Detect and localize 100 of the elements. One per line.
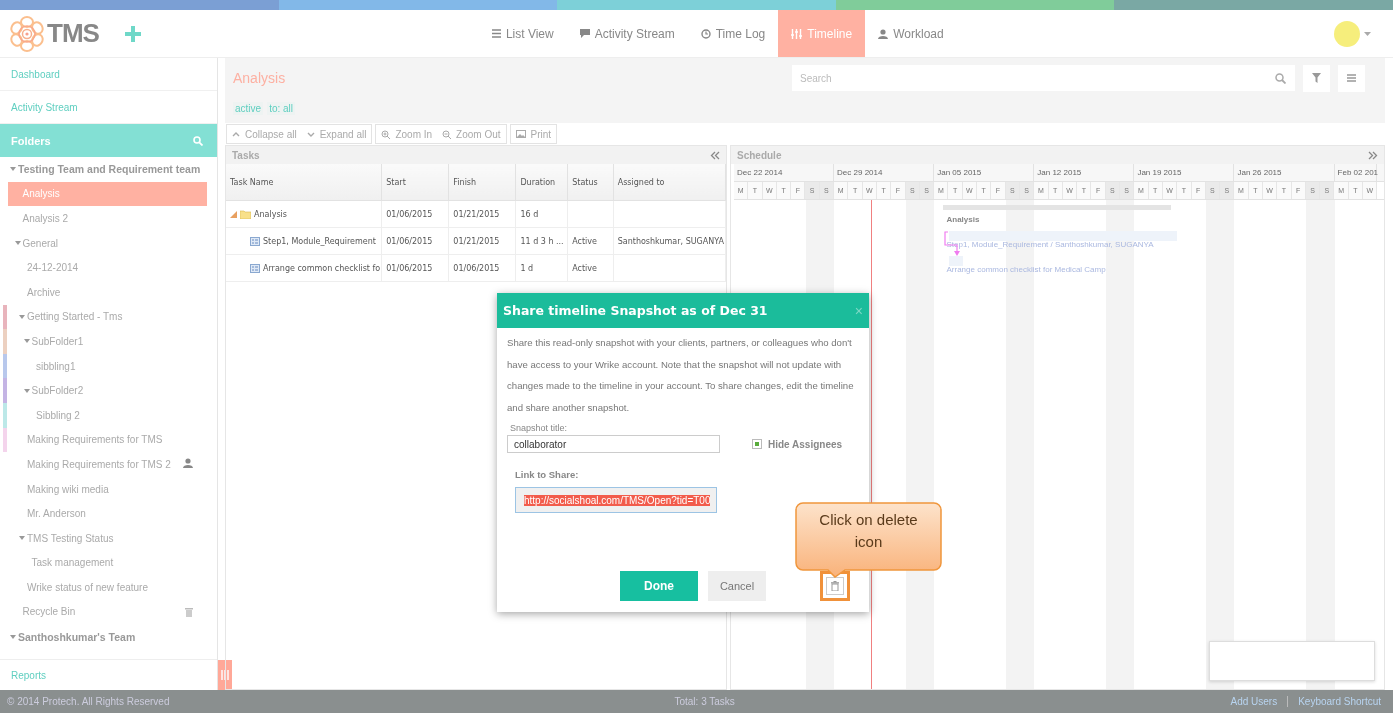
table-cell: Active bbox=[572, 236, 597, 246]
sliders-icon bbox=[791, 28, 803, 39]
search-icon bbox=[1275, 73, 1286, 84]
filter-button[interactable] bbox=[1303, 64, 1330, 92]
toolbar-button[interactable]: Zoom Out bbox=[437, 125, 506, 143]
search-field[interactable]: Search bbox=[792, 65, 1295, 91]
folder-item[interactable]: 24-12-2014 bbox=[8, 255, 207, 280]
folder-item[interactable]: Santhoshkumar's Team bbox=[8, 624, 207, 649]
user-icon bbox=[183, 458, 193, 469]
zoom-out-icon bbox=[442, 129, 452, 139]
expand-icon[interactable] bbox=[230, 210, 237, 218]
nav-tab[interactable]: Time Log bbox=[687, 10, 779, 57]
user-icon bbox=[878, 28, 889, 39]
caret-icon bbox=[10, 634, 16, 639]
column-header: Task Name bbox=[226, 164, 382, 201]
folder-item[interactable]: Wrike status of new feature bbox=[8, 575, 207, 600]
column-header: Start bbox=[381, 164, 449, 201]
folder-item[interactable]: SubFolder2 bbox=[8, 378, 207, 403]
hide-assignees-checkbox[interactable]: Hide Assignees bbox=[746, 437, 849, 451]
folder-item[interactable]: Analysis 2 bbox=[8, 206, 207, 231]
toolbar-button[interactable]: Print bbox=[510, 125, 557, 143]
page-title: Analysis bbox=[233, 70, 286, 86]
bar-label: Arrange common checklist for Medical Camp bbox=[946, 265, 1106, 274]
nav-tab[interactable]: List View bbox=[478, 10, 567, 57]
chevron-down-icon bbox=[306, 131, 315, 137]
sidebar-toggle[interactable] bbox=[218, 660, 232, 690]
nav-tab[interactable]: Workload bbox=[865, 10, 957, 57]
folder-item[interactable]: Sibbling 2 bbox=[8, 402, 207, 428]
footer-link[interactable]: Add Users bbox=[1230, 696, 1278, 707]
nav-tab[interactable]: Timeline bbox=[778, 10, 866, 57]
plus-icon[interactable] bbox=[124, 25, 141, 42]
menu-button[interactable] bbox=[1338, 64, 1365, 92]
sidebar-link[interactable]: Dashboard bbox=[0, 58, 217, 91]
table-cell: Arrange common checklist fo bbox=[263, 263, 381, 273]
week-label: Jan 05 2015 bbox=[937, 168, 982, 177]
table-cell: 01/06/2015 bbox=[386, 236, 433, 246]
checkbox[interactable] bbox=[752, 439, 762, 449]
toolbar-button[interactable]: Collapse all bbox=[227, 125, 302, 143]
search-icon[interactable] bbox=[193, 135, 203, 146]
cancel-button[interactable]: Cancel bbox=[708, 571, 766, 601]
folder-item[interactable]: Making Requirements for TMS 2 bbox=[8, 452, 207, 477]
task-icon bbox=[250, 236, 260, 246]
folder-item[interactable]: Making Requirements for TMS bbox=[8, 427, 207, 453]
caret-icon[interactable] bbox=[1364, 31, 1371, 36]
done-button[interactable]: Done bbox=[620, 571, 698, 601]
collapse-icon[interactable] bbox=[710, 150, 720, 160]
table-cell: 01/06/2015 bbox=[453, 263, 500, 273]
folder-item[interactable]: TMS Testing Status bbox=[8, 525, 207, 551]
folder-item[interactable]: SubFolder1 bbox=[8, 329, 207, 354]
column-header: Status bbox=[567, 164, 614, 201]
avatar[interactable] bbox=[1334, 20, 1360, 47]
week-label: Dec 22 2014 bbox=[737, 168, 783, 177]
folder-item[interactable]: Analysis bbox=[8, 181, 207, 207]
expand-panel-icon[interactable] bbox=[1368, 150, 1378, 160]
week-label: Jan 19 2015 bbox=[1137, 168, 1182, 177]
field-label: Snapshot title: bbox=[509, 423, 569, 433]
close-button[interactable]: × bbox=[854, 302, 863, 319]
table-cell: Analysis bbox=[254, 209, 287, 219]
column-header: Duration bbox=[515, 164, 568, 201]
folder-item[interactable]: Mr. Anderson bbox=[8, 501, 207, 526]
nav-tab[interactable]: Activity Stream bbox=[566, 10, 688, 57]
caret-icon bbox=[19, 314, 25, 319]
folder-item[interactable]: General bbox=[8, 230, 207, 256]
task-total: Total: 3 Tasks bbox=[674, 696, 735, 707]
week-label: Jan 26 2015 bbox=[1237, 168, 1282, 177]
folder-item[interactable]: Recycle Bin bbox=[8, 599, 207, 625]
filter-tag[interactable]: to: all bbox=[267, 101, 296, 115]
filter-tag[interactable]: active bbox=[233, 101, 264, 115]
list-icon bbox=[491, 29, 501, 38]
link-field[interactable]: http://socialshoal.com/TMS/Open?tid=T00 bbox=[515, 487, 717, 513]
caret-icon bbox=[10, 167, 16, 172]
image-icon bbox=[515, 130, 526, 138]
dialog-text: Share this read-only snapshot with your clients, partners, or colleagues who don't have access to your Wrike account. Note that the snapshot will not update with changes made to the timeline in your account. To share changes, edit the timeline and share another snapshot. bbox=[507, 336, 855, 415]
folder-item[interactable]: Getting Started - Tms bbox=[8, 304, 207, 330]
toolbar-button[interactable]: Expand all bbox=[301, 125, 372, 143]
table-cell: 16 d bbox=[520, 209, 539, 219]
folder-item[interactable]: Task management bbox=[8, 550, 207, 576]
folder-icon bbox=[240, 209, 251, 219]
panel-title: Tasks bbox=[232, 149, 260, 161]
bar-label: Analysis bbox=[946, 215, 980, 224]
menu-icon bbox=[1347, 74, 1356, 82]
trash-icon bbox=[185, 607, 193, 617]
bars-icon bbox=[221, 670, 229, 680]
task-bar[interactable] bbox=[948, 256, 963, 266]
table-cell: 01/06/2015 bbox=[386, 263, 433, 273]
folder-item[interactable]: Testing Team and Requirement team bbox=[8, 157, 207, 182]
folder-item[interactable]: sibbling1 bbox=[8, 353, 207, 379]
title-field[interactable]: collaborator bbox=[507, 435, 720, 453]
panel-title: Schedule bbox=[737, 149, 782, 161]
footer-link[interactable]: Keyboard Shortcut bbox=[1287, 696, 1381, 707]
table-cell: 01/21/2015 bbox=[453, 236, 500, 246]
folder-item[interactable]: Archive bbox=[8, 279, 207, 305]
caret-icon bbox=[14, 241, 21, 246]
flower-logo-icon bbox=[10, 15, 44, 52]
copyright-text: © 2014 Protech. All Rights Reserved bbox=[7, 696, 170, 707]
folder-item[interactable]: Making wiki media bbox=[8, 476, 207, 502]
delete-button[interactable] bbox=[826, 577, 844, 595]
toolbar-button[interactable]: Zoom In bbox=[376, 125, 438, 143]
table-cell: 11 d 3 h ... bbox=[520, 236, 564, 246]
comment-icon bbox=[579, 29, 590, 38]
